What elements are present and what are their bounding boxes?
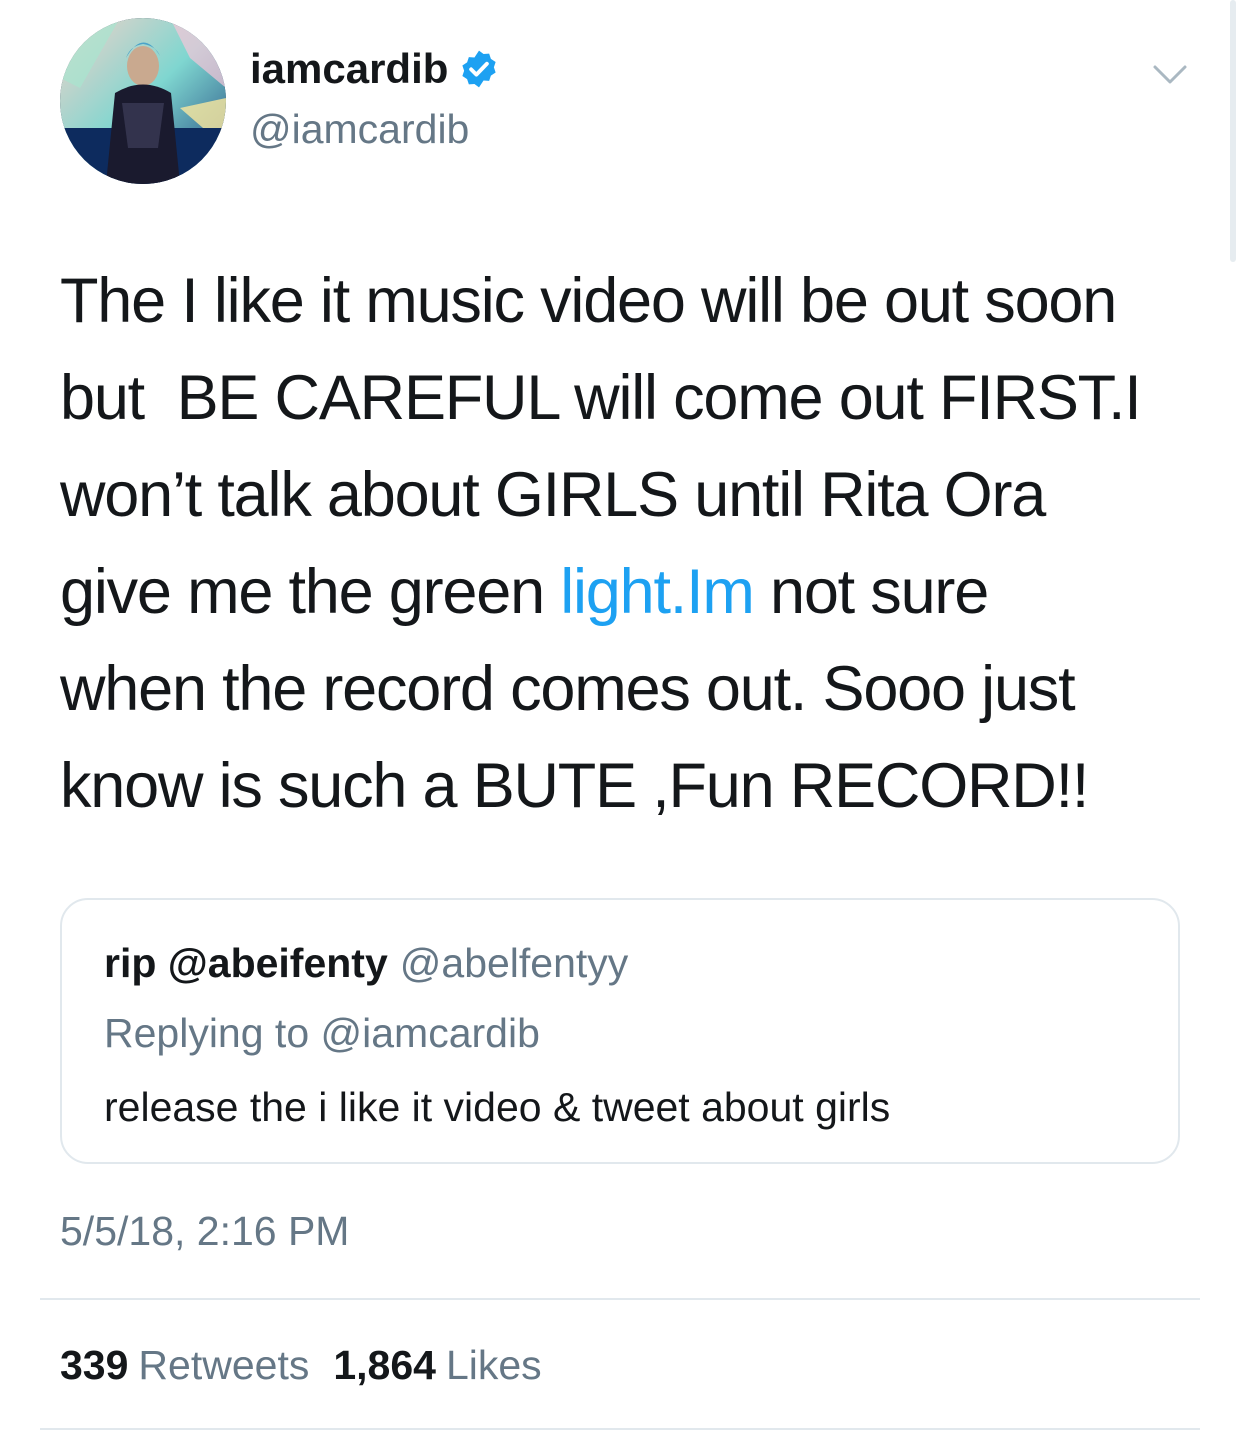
divider xyxy=(40,1428,1200,1430)
tweet-link[interactable]: light.Im xyxy=(560,557,755,627)
tweet-timestamp[interactable]: 5/5/18, 2:16 PM xyxy=(60,1206,349,1256)
verified-badge-icon xyxy=(462,50,497,88)
tweet-line: but BE CAREFUL will come out FIRST.I xyxy=(60,363,1142,433)
likes-label[interactable]: Likes xyxy=(446,1342,542,1388)
quoted-author: rip @abeifenty @abelfentyy xyxy=(104,938,628,988)
quoted-tweet-text: release the i like it video & tweet abou… xyxy=(104,1084,891,1130)
avatar[interactable] xyxy=(60,18,226,184)
display-name[interactable]: iamcardib xyxy=(250,44,448,94)
display-name-row[interactable]: iamcardib xyxy=(250,44,500,94)
quoted-tweet-card[interactable]: rip @abeifenty @abelfentyy Replying to @i… xyxy=(60,898,1180,1164)
tweet-line: give me the green light.Im not sure xyxy=(60,557,989,627)
tweet-line: when the record comes out. Sooo just xyxy=(60,654,1076,724)
tweet-text: The I like it music video will be out so… xyxy=(60,253,1220,835)
tweet-line: won’t talk about GIRLS until Rita Ora xyxy=(60,460,1046,530)
tweet-line: The I like it music video will be out so… xyxy=(60,266,1117,336)
retweets-count[interactable]: 339 xyxy=(60,1342,128,1388)
user-handle[interactable]: @iamcardib xyxy=(250,104,469,154)
tweet-line: know is such a BUTE ,Fun RECORD!! xyxy=(60,751,1089,821)
quoted-author-name: rip @abeifenty xyxy=(104,940,388,986)
scrollbar[interactable] xyxy=(1230,0,1236,262)
divider xyxy=(40,1298,1200,1300)
chevron-down-icon[interactable] xyxy=(1152,56,1188,92)
retweets-label[interactable]: Retweets xyxy=(138,1342,309,1388)
likes-count[interactable]: 1,864 xyxy=(333,1342,436,1388)
quoted-author-handle: @abelfentyy xyxy=(399,940,629,986)
tweet-stats: 339 Retweets 1,864 Likes xyxy=(60,1340,566,1390)
quoted-replying-to: Replying to @iamcardib xyxy=(104,1010,540,1056)
